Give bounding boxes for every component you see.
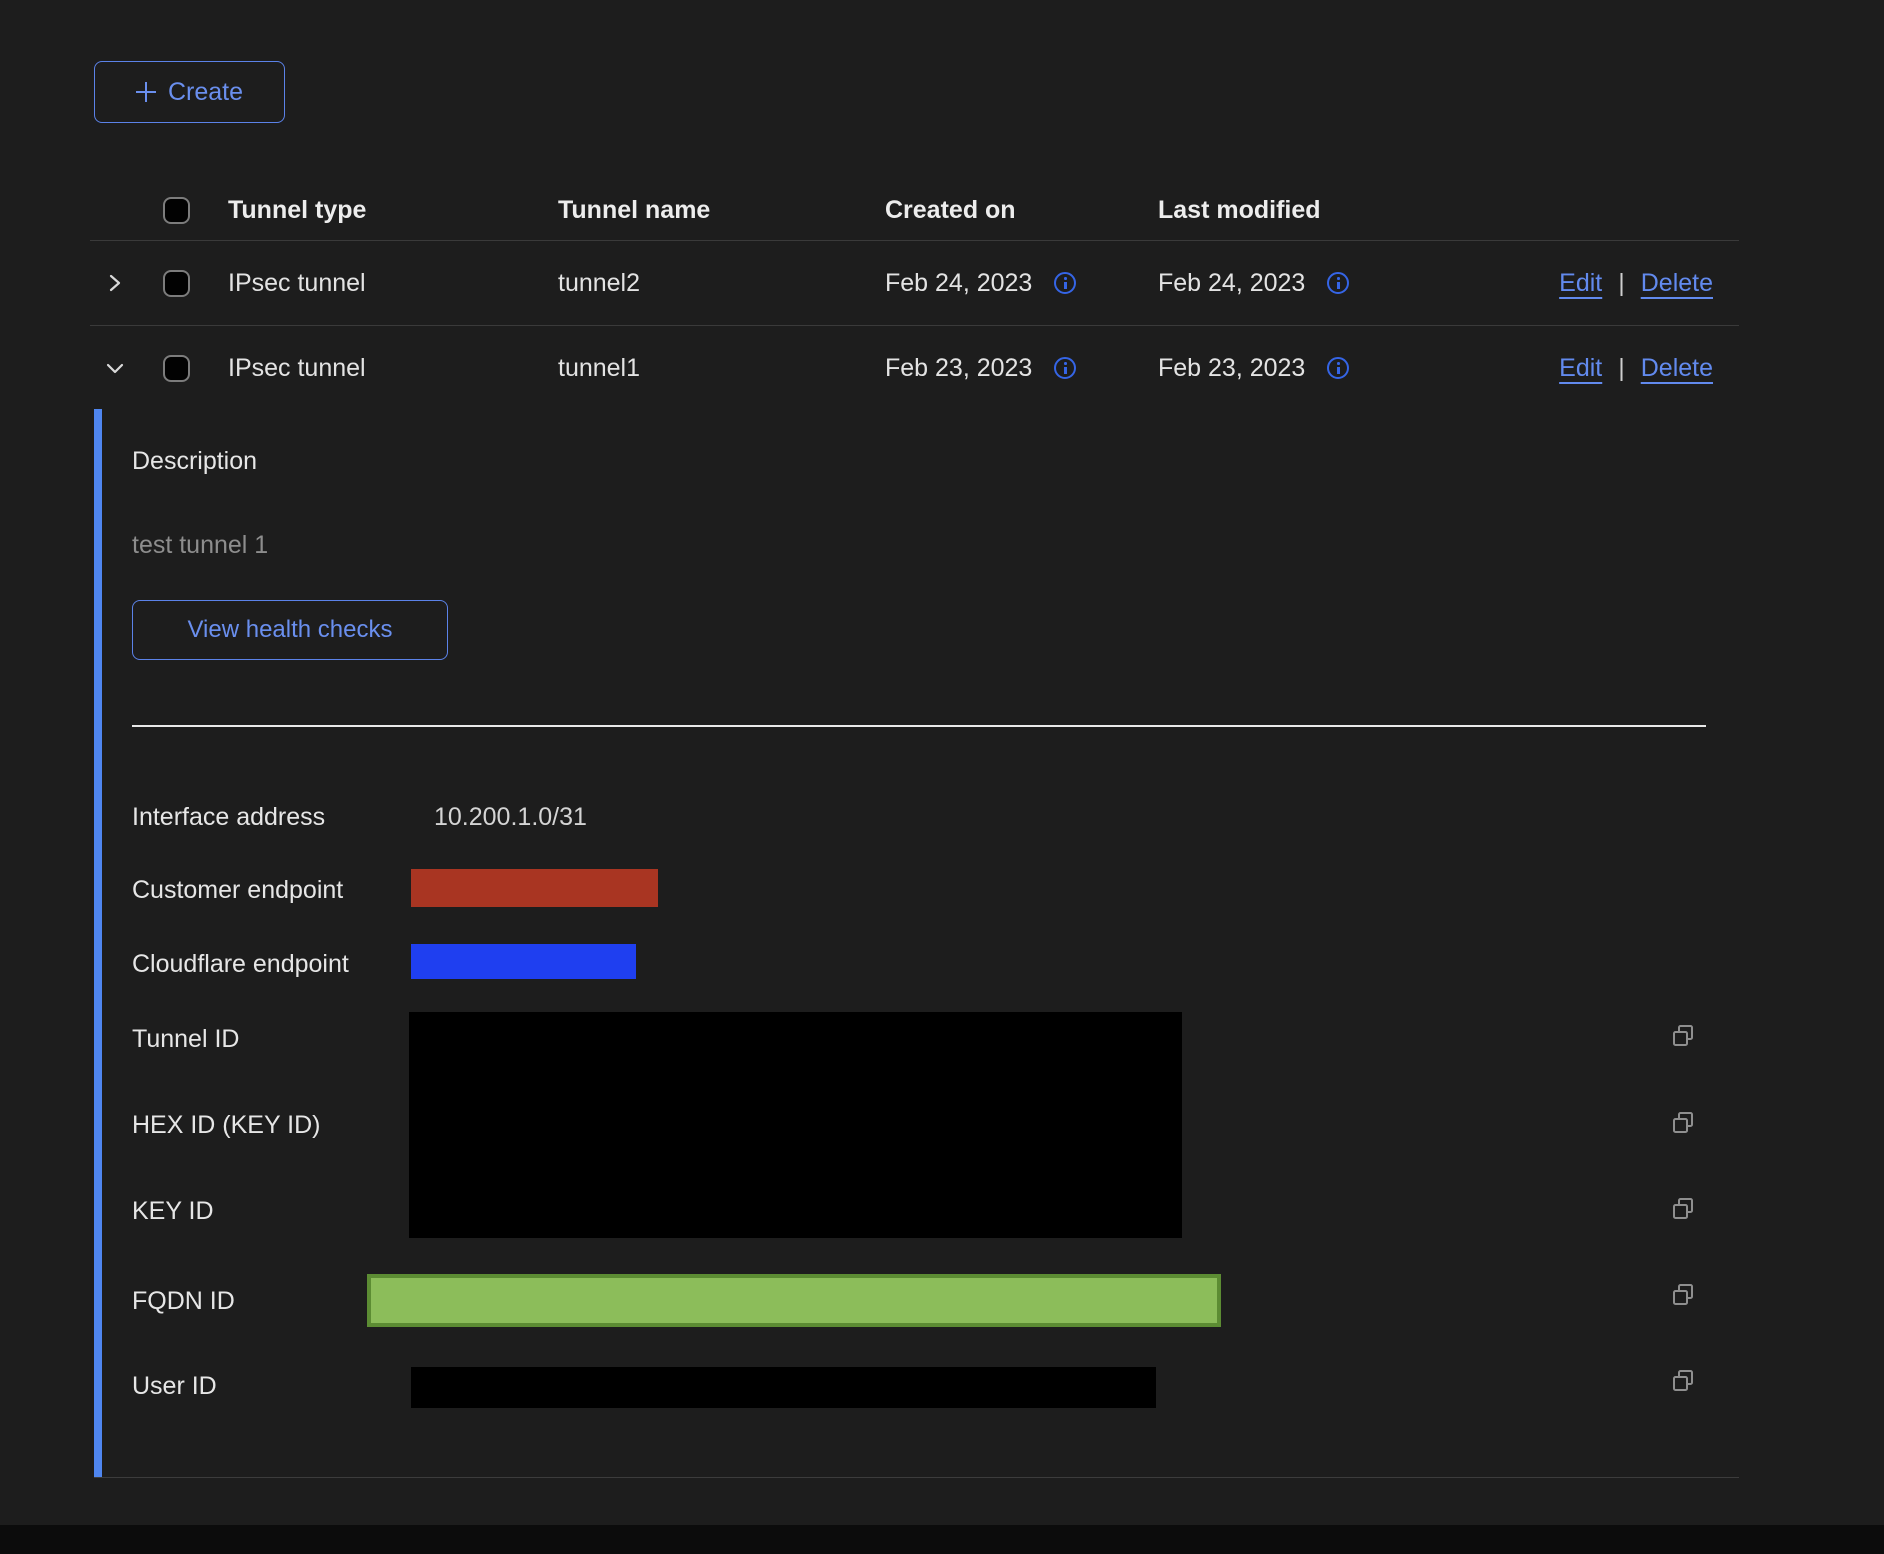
- delete-link[interactable]: Delete: [1641, 269, 1713, 298]
- section-divider: [132, 725, 1706, 727]
- tunnel-name-cell: tunnel2: [558, 269, 885, 298]
- chevron-right-icon[interactable]: [104, 272, 126, 294]
- table-header-row: Tunnel type Tunnel name Created on Last …: [90, 180, 1739, 241]
- view-health-checks-button[interactable]: View health checks: [132, 600, 448, 660]
- plus-icon: [136, 82, 156, 102]
- header-tunnel-name: Tunnel name: [558, 196, 885, 225]
- edit-link[interactable]: Edit: [1559, 269, 1602, 298]
- tunnel-detail-panel: Description test tunnel 1 View health ch…: [94, 409, 1739, 1478]
- actions-separator: |: [1618, 269, 1625, 298]
- row-checkbox[interactable]: [163, 270, 190, 297]
- tunnels-page: Create Tunnel type Tunnel name Created o…: [0, 0, 1884, 1554]
- customer-endpoint-label: Customer endpoint: [132, 876, 343, 905]
- user-id-redacted-value: [411, 1367, 1156, 1408]
- info-icon[interactable]: [1327, 357, 1349, 379]
- tunnel-id-label: Tunnel ID: [132, 1025, 239, 1054]
- tunnels-table: Tunnel type Tunnel name Created on Last …: [90, 180, 1739, 410]
- actions-separator: |: [1618, 354, 1625, 383]
- expanded-row-indicator-bar: [94, 409, 102, 1477]
- create-button[interactable]: Create: [94, 61, 285, 123]
- header-last-modified: Last modified: [1158, 196, 1490, 225]
- ids-redacted-block: [409, 1012, 1182, 1238]
- copy-user-id-icon[interactable]: [1670, 1368, 1696, 1394]
- copy-hex-id-icon[interactable]: [1670, 1110, 1696, 1136]
- tunnel-name-cell: tunnel1: [558, 354, 885, 383]
- last-modified-cell: Feb 23, 2023: [1158, 354, 1305, 383]
- info-icon[interactable]: [1054, 272, 1076, 294]
- chevron-down-icon[interactable]: [104, 357, 126, 379]
- table-row-tunnel1: IPsec tunnel tunnel1 Feb 23, 2023 Feb 23…: [90, 326, 1739, 410]
- row-checkbox[interactable]: [163, 355, 190, 382]
- header-tunnel-type: Tunnel type: [228, 196, 558, 225]
- cloudflare-endpoint-label: Cloudflare endpoint: [132, 950, 349, 979]
- interface-address-label: Interface address: [132, 803, 325, 832]
- customer-endpoint-redacted-value: [411, 869, 658, 907]
- create-button-label: Create: [168, 78, 243, 107]
- last-modified-cell: Feb 24, 2023: [1158, 269, 1305, 298]
- interface-address-value: 10.200.1.0/31: [434, 803, 587, 832]
- tunnel-type-cell: IPsec tunnel: [228, 354, 558, 383]
- select-all-cell: [163, 197, 228, 224]
- fqdn-id-redacted-value: [367, 1274, 1221, 1327]
- info-icon[interactable]: [1327, 272, 1349, 294]
- bottom-strip: [0, 1525, 1884, 1554]
- hex-id-label: HEX ID (KEY ID): [132, 1111, 320, 1140]
- select-all-checkbox[interactable]: [163, 197, 190, 224]
- created-on-cell: Feb 24, 2023: [885, 269, 1032, 298]
- cloudflare-endpoint-redacted-value: [411, 944, 636, 979]
- info-icon[interactable]: [1054, 357, 1076, 379]
- copy-fqdn-id-icon[interactable]: [1670, 1282, 1696, 1308]
- tunnel-type-cell: IPsec tunnel: [228, 269, 558, 298]
- copy-tunnel-id-icon[interactable]: [1670, 1023, 1696, 1049]
- edit-link[interactable]: Edit: [1559, 354, 1602, 383]
- description-label: Description: [132, 447, 257, 476]
- table-row-tunnel2: IPsec tunnel tunnel2 Feb 24, 2023 Feb 24…: [90, 241, 1739, 326]
- key-id-label: KEY ID: [132, 1197, 214, 1226]
- created-on-cell: Feb 23, 2023: [885, 354, 1032, 383]
- delete-link[interactable]: Delete: [1641, 354, 1713, 383]
- copy-key-id-icon[interactable]: [1670, 1196, 1696, 1222]
- header-created-on: Created on: [885, 196, 1158, 225]
- fqdn-id-label: FQDN ID: [132, 1287, 235, 1316]
- description-value: test tunnel 1: [132, 531, 268, 560]
- user-id-label: User ID: [132, 1372, 217, 1401]
